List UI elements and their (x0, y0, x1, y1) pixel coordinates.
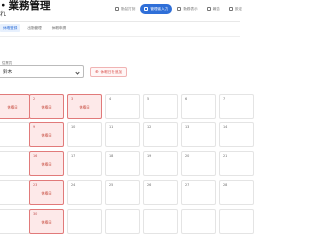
calendar-day-cell[interactable] (0, 209, 30, 234)
day-number: 4 (109, 97, 112, 101)
day-number: 12 (147, 125, 152, 129)
day-number: 10 (71, 125, 76, 129)
day-number: 3 (71, 97, 74, 101)
day-number: 24 (71, 183, 76, 187)
day-number: 19 (147, 154, 152, 158)
nav-item-label: 勤怠打刻 (121, 6, 136, 11)
calendar-day-cell[interactable]: 20 (181, 151, 216, 176)
leave-day-badge: 休暇日 (41, 133, 52, 137)
calendar-day-cell[interactable]: 27 (181, 180, 216, 205)
add-leave-date-label: 休暇日を追加 (100, 69, 123, 74)
calendar-day-cell[interactable] (0, 122, 30, 147)
calendar-day-cell[interactable]: 17 (67, 151, 102, 176)
tab-leave-request[interactable]: 休暇申請 (49, 24, 69, 32)
nav-item-clock[interactable]: 勤怠打刻 (111, 4, 139, 14)
sub-tabs: 休暇登録 出勤管理 休暇申請 (0, 24, 69, 33)
day-number: 23 (33, 183, 38, 187)
day-number: 26 (147, 183, 152, 187)
calendar-day-cell[interactable]: 休暇日 (0, 94, 30, 119)
nav-item-settings[interactable]: 設定 (225, 4, 246, 14)
calendar-day-cell[interactable]: 14 (219, 122, 254, 147)
calendar-day-cell[interactable] (105, 209, 140, 234)
nav-item-label: 勤務表示 (183, 6, 198, 11)
page-subtitle: れ (0, 11, 7, 18)
day-number: 21 (223, 154, 228, 158)
calendar-day-cell[interactable] (0, 151, 30, 176)
calendar-day-cell[interactable]: 21 (219, 151, 254, 176)
calendar-day-cell[interactable]: 6 (181, 94, 216, 119)
calendar-day-cell[interactable]: 19 (143, 151, 178, 176)
edit-icon (144, 7, 149, 11)
leave-day-badge: 休暇日 (41, 105, 52, 109)
document-icon (206, 7, 211, 11)
calendar-day-cell[interactable]: 12 (143, 122, 178, 147)
leave-day-badge: 休暇日 (41, 162, 52, 166)
calendar-day-cell[interactable]: 3 休暇日 (67, 94, 102, 119)
day-number: 30 (33, 212, 38, 216)
day-number: 16 (33, 154, 38, 158)
leave-day-badge: 休暇日 (7, 105, 18, 109)
leave-day-badge: 休暇日 (41, 191, 52, 195)
header-divider (0, 21, 240, 22)
employee-select-value: 鈴木 (3, 70, 13, 75)
day-number: 25 (109, 183, 114, 187)
calendar-day-cell[interactable]: 25 (105, 180, 140, 205)
day-number: 11 (109, 125, 114, 129)
day-number: 6 (185, 97, 188, 101)
nav-item-label: 報告 (212, 6, 220, 11)
tabs-divider (0, 36, 240, 37)
table-icon (177, 7, 182, 11)
calendar-day-cell[interactable]: 10 (67, 122, 102, 147)
day-number: 5 (147, 97, 150, 101)
day-number: 2 (33, 97, 36, 101)
calendar-day-cell[interactable]: 18 (105, 151, 140, 176)
gear-icon (228, 7, 233, 11)
calendar-day-cell[interactable] (0, 180, 30, 205)
calendar-day-cell[interactable]: 9 休暇日 (29, 122, 64, 147)
calendar-day-cell[interactable]: 28 (219, 180, 254, 205)
calendar-day-cell[interactable]: 26 (143, 180, 178, 205)
tab-leave-register[interactable]: 休暇登録 (0, 24, 21, 32)
employee-select[interactable]: 鈴木 (0, 65, 84, 78)
calendar-day-cell[interactable]: 2 休暇日 (29, 94, 64, 119)
day-number: 28 (223, 183, 228, 187)
day-number: 14 (223, 125, 228, 129)
main-nav: 勤怠打刻 管理者入力 勤務表示 報告 設定 (111, 3, 246, 15)
calendar-day-cell[interactable]: 5 (143, 94, 178, 119)
nav-item-label: 管理者入力 (150, 6, 169, 11)
day-number: 9 (33, 125, 36, 129)
page-title: ・業務管理 (0, 0, 51, 12)
leave-day-badge: 休暇日 (41, 220, 52, 224)
day-number: 13 (185, 125, 190, 129)
plus-icon: ⊕ (95, 69, 99, 74)
day-number: 17 (71, 154, 76, 158)
day-number: 20 (185, 154, 190, 158)
day-number: 27 (185, 183, 190, 187)
nav-item-label: 設定 (234, 6, 243, 11)
calendar-day-cell[interactable]: 23 休暇日 (29, 180, 64, 205)
calendar-day-cell[interactable] (219, 209, 254, 234)
calendar-day-cell[interactable]: 7 (219, 94, 254, 119)
nav-item-schedule[interactable]: 勤務表示 (173, 4, 201, 14)
leave-day-badge: 休暇日 (79, 105, 90, 109)
clock-icon (115, 7, 119, 11)
chevron-down-icon (75, 69, 80, 75)
day-number: 18 (109, 154, 114, 158)
nav-item-admin-input[interactable]: 管理者入力 (140, 4, 173, 14)
tab-attendance[interactable]: 出勤管理 (24, 24, 44, 32)
calendar-day-cell[interactable] (143, 209, 178, 234)
calendar-day-cell[interactable]: 24 (67, 180, 102, 205)
calendar-day-cell[interactable]: 13 (181, 122, 216, 147)
calendar-day-cell[interactable] (181, 209, 216, 234)
calendar-day-cell[interactable] (67, 209, 102, 234)
add-leave-date-button[interactable]: ⊕ 休暇日を追加 (90, 67, 128, 77)
day-number: 7 (223, 97, 226, 101)
nav-item-report[interactable]: 報告 (203, 4, 224, 14)
calendar-day-cell[interactable]: 16 休暇日 (29, 151, 64, 176)
calendar-day-cell[interactable]: 11 (105, 122, 140, 147)
calendar-day-cell[interactable]: 4 (105, 94, 140, 119)
calendar-day-cell[interactable]: 30 休暇日 (29, 209, 64, 234)
